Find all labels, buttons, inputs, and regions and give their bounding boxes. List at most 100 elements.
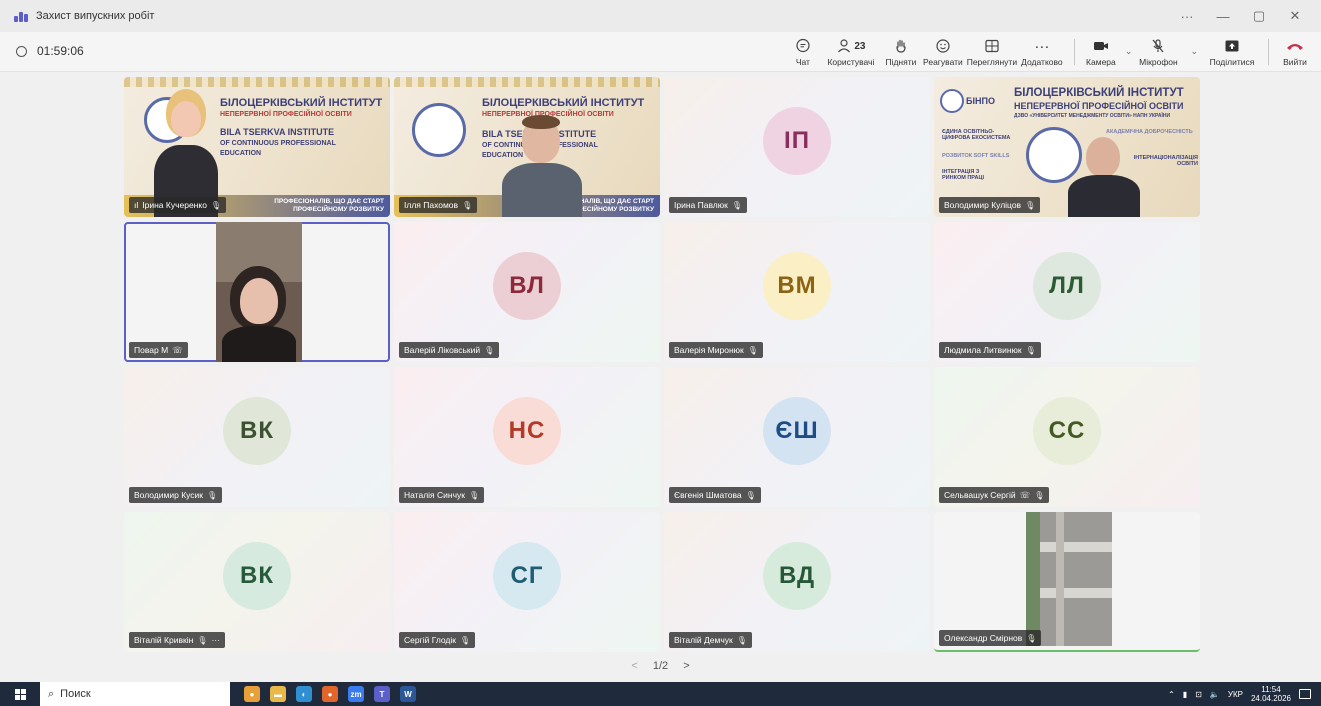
participant-tile-avatar[interactable]: ІП Ірина Павлюк 🎙 (664, 77, 930, 217)
participant-tile-video[interactable]: БІЛОЦЕРКІВСЬКИЙ ІНСТИТУТ НЕПЕРЕРВНОЇ ПРО… (394, 77, 660, 217)
more-options-icon[interactable]: ··· (211, 635, 220, 645)
language-indicator[interactable]: УКР (1228, 690, 1243, 699)
participant-tile-video[interactable]: Олександр Смірнов 🎙 (934, 512, 1200, 652)
banner-stripe (394, 77, 660, 87)
minimize-button[interactable]: — (1205, 9, 1241, 24)
participant-tile-avatar[interactable]: ВД Віталій Демчук 🎙 (664, 512, 930, 652)
participant-nametag: Повар М ☏ (129, 342, 188, 358)
mic-off-icon: 🎙 (459, 635, 471, 645)
banner-tag: ІНТЕГРАЦІЯ З РИНКОМ ПРАЦІ (942, 169, 984, 181)
volume-icon[interactable]: 🔈 (1210, 690, 1220, 699)
camera-button[interactable]: Камера (1083, 32, 1119, 72)
participant-tile-avatar[interactable]: СГ Сергій Глодік 🎙 (394, 512, 660, 652)
start-button[interactable] (0, 682, 40, 706)
phone-video-feed (216, 222, 302, 362)
video-shelf (1040, 588, 1112, 598)
mic-off-icon: 🎙 (745, 490, 756, 500)
clock-time: 11:54 (1261, 685, 1281, 694)
participant-nametag: Олександр Смірнов 🎙 (939, 630, 1042, 646)
explorer-app-icon[interactable]: ▬ (270, 686, 286, 702)
person-face (171, 101, 201, 137)
clock-date: 24.04.2026 (1250, 694, 1291, 703)
leave-button[interactable]: Вийти (1277, 32, 1313, 72)
network-icon[interactable]: ⊡ (1195, 690, 1202, 699)
banner-tag: РОЗВИТОК SOFT SKILLS (942, 153, 1010, 159)
participant-nametag: Ілля Пахомов 🎙 (399, 197, 478, 213)
participant-avatar: ВК (223, 542, 291, 610)
banner-subtitle-en-2: EDUCATION (220, 150, 262, 157)
windows-taskbar: ⌕ Поиск ● ▬ ◐ ● zm T W ⌃ ▮ ⊡ 🔈 УКР 11:54 24.04… (0, 682, 1321, 706)
firefox-app-icon[interactable]: ● (322, 686, 338, 702)
camera-icon (1093, 36, 1109, 56)
person-hair (522, 115, 560, 129)
mic-off-icon: 🎙 (736, 635, 747, 645)
participant-nametag: Володимир Куліцов 🎙 (939, 197, 1041, 213)
edge-app-icon[interactable]: ◐ (296, 686, 312, 702)
microphone-button[interactable]: Мікрофон (1132, 32, 1184, 72)
raise-hand-button[interactable]: Підняти (882, 32, 920, 72)
mic-off-icon: 🎙 (484, 345, 495, 355)
participant-avatar: ІП (763, 107, 831, 175)
signal-icon: ıl (134, 200, 139, 210)
banner-parent-org: ДЗВО «УНІВЕРСИТЕТ МЕНЕДЖМЕНТУ ОСВІТИ» НА… (1014, 113, 1171, 119)
banner-short-name: БІНПО (966, 96, 995, 106)
share-button[interactable]: Поділитися (1204, 32, 1260, 72)
chrome-app-icon[interactable]: ● (244, 686, 260, 702)
mic-options-chevron-icon[interactable]: ⌄ (1190, 46, 1198, 57)
taskbar-search[interactable]: ⌕ Поиск (40, 682, 230, 706)
participant-tile-video-active-speaker[interactable]: Повар М ☏ (124, 222, 390, 362)
banner-subtitle-ua: НЕПЕРЕРВНОЇ ПРОФЕСІЙНОЇ ОСВІТИ (220, 111, 352, 118)
mic-off-icon: 🎙 (197, 635, 208, 645)
raise-hand-icon (893, 36, 909, 56)
participant-tile-avatar[interactable]: НС Наталія Синчук 🎙 (394, 367, 660, 507)
window-more-icon[interactable]: ··· (1169, 9, 1205, 24)
maximize-button[interactable]: ▢ (1241, 8, 1277, 24)
usb-icon[interactable]: ▮ (1183, 690, 1187, 699)
mic-off-icon: 🎙 (1025, 345, 1036, 355)
timer-value: 01:59:06 (37, 44, 84, 58)
windows-logo-icon (14, 688, 26, 700)
taskbar-clock[interactable]: 11:54 24.04.2026 (1251, 685, 1291, 703)
more-button[interactable]: ··· Додатково (1018, 32, 1066, 72)
tray-chevron-icon[interactable]: ⌃ (1168, 690, 1175, 699)
participant-nametag: Людмила Литвинюк 🎙 (939, 342, 1041, 358)
view-button[interactable]: Переглянути (966, 32, 1018, 72)
mic-off-icon (1150, 36, 1166, 56)
notifications-icon[interactable] (1299, 689, 1311, 699)
participant-nametag: Євгенія Шматова 🎙 (669, 487, 761, 503)
camera-options-chevron-icon[interactable]: ⌄ (1125, 46, 1133, 57)
banner-tag: ЄДИНА ОСВІТНЬО-ЦИФРОВА ЕКОСИСТЕМА (942, 129, 1011, 141)
room-video-feed (1026, 512, 1112, 646)
participant-tile-video[interactable]: БІЛОЦЕРКІВСЬКИЙ ІНСТИТУТ НЕПЕРЕРВНОЇ ПРО… (124, 77, 390, 217)
toolbar-actions: Чат 23 Користувачі Підняти Реагувати Пер… (786, 32, 1313, 72)
participant-tile-avatar[interactable]: ЄШ Євгенія Шматова 🎙 (664, 367, 930, 507)
participant-tile-video[interactable]: БІНПО БІЛОЦЕРКІВСЬКИЙ ІНСТИТУТ НЕПЕРЕРВН… (934, 77, 1200, 217)
participant-tile-avatar[interactable]: СС Сельвашук Сергій ☏ 🎙 (934, 367, 1200, 507)
react-button[interactable]: Реагувати (920, 32, 966, 72)
person-face (1086, 137, 1120, 177)
system-tray: ⌃ ▮ ⊡ 🔈 УКР 11:54 24.04.2026 (1168, 682, 1311, 706)
window-title: Захист випускних робіт (36, 10, 155, 22)
participant-tile-avatar[interactable]: ВМ Валерія Миронюк 🎙 (664, 222, 930, 362)
zoom-app-icon[interactable]: zm (348, 686, 364, 702)
close-button[interactable]: ✕ (1277, 8, 1313, 24)
participant-tile-avatar[interactable]: ВК Володимир Кусик 🎙 (124, 367, 390, 507)
word-app-icon[interactable]: W (400, 686, 416, 702)
participant-avatar: СС (1033, 397, 1101, 465)
mic-off-icon: 🎙 (207, 490, 218, 500)
next-page-button[interactable]: > (683, 660, 689, 672)
react-icon (935, 36, 951, 56)
participant-tile-avatar[interactable]: ЛЛ Людмила Литвинюк 🎙 (934, 222, 1200, 362)
people-button[interactable]: 23 Користувачі (820, 32, 882, 72)
participant-tile-avatar[interactable]: ВК Віталій Кривкін 🎙 ··· (124, 512, 390, 652)
mic-off-icon: 🎙 (747, 345, 758, 355)
mic-off-icon: 🎙 (469, 490, 480, 500)
banner-title-en: BILA TSERKVA INSTITUTE (220, 127, 335, 137)
teams-app-icon[interactable]: T (374, 686, 390, 702)
mic-off-icon: 🎙 (1034, 490, 1045, 500)
previous-page-button[interactable]: < (631, 660, 637, 672)
participant-tile-avatar[interactable]: ВЛ Валерій Ліковський 🎙 (394, 222, 660, 362)
teams-app-icon (14, 10, 28, 22)
search-label: Поиск (60, 688, 91, 700)
chat-button[interactable]: Чат (786, 32, 820, 72)
